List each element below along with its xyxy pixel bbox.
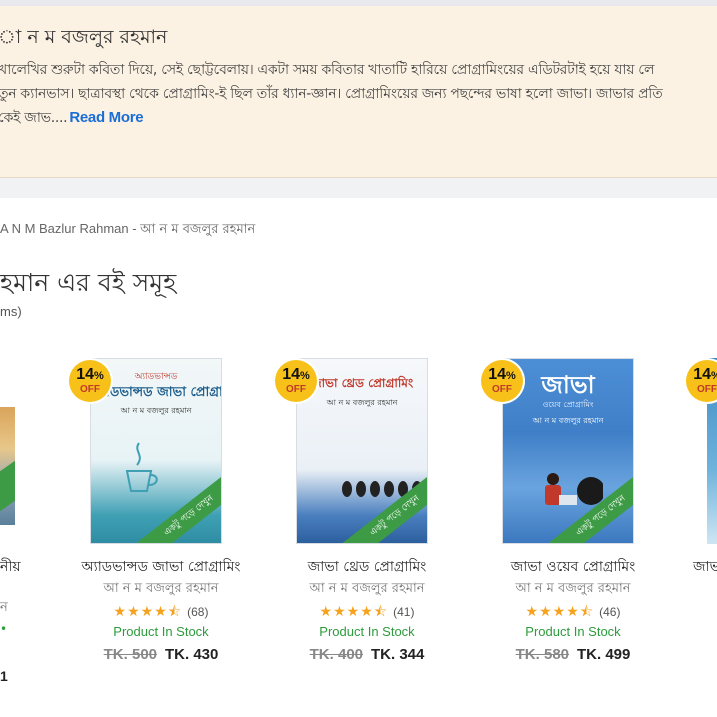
book-card[interactable]: 14% OFF জাভা থ্রেড প্রোগ্রামিং আ ন ম বজল… [275, 358, 457, 678]
percent-sign: % [506, 370, 516, 382]
book-stock-partial: • [0, 622, 8, 636]
breadcrumb: A N M Bazlur Rahman - আ ন ম বজলুর রহমান [0, 220, 255, 241]
page-title: হমান এর বই সমূহ [0, 268, 177, 297]
book-author[interactable]: আ ন ম বজলুর রহমান [277, 579, 457, 600]
current-price: TK. 430 [165, 646, 219, 663]
java-cup-icon [125, 442, 158, 492]
discount-off-label: OFF [697, 384, 717, 395]
star-rating-icon: ★★★★⯪ [113, 604, 183, 620]
review-count: (46) [599, 605, 621, 619]
cover-subtitle: ওয়েব প্রোগ্রামিং [542, 400, 594, 409]
bio-text-end: কেই জাভ.... [0, 110, 68, 126]
stock-status: Product In Stock [525, 624, 621, 639]
section-divider [0, 178, 717, 198]
book-price: TK. 580 TK. 499 [483, 646, 663, 663]
book-card[interactable]: 14% OFF জাভা ওয়েব প্রোগ্রামিং আ ন ম বজল… [481, 358, 663, 678]
book-rating: ★★★★⯪ (46) [483, 601, 663, 625]
discount-percent: 14 [282, 366, 300, 383]
discount-off-label: OFF [286, 384, 306, 395]
stock-status: Product In Stock [113, 624, 209, 639]
author-name: া ন ম বজলুর রহমান [0, 26, 168, 48]
discount-off-label: OFF [80, 384, 100, 395]
breadcrumb-latin[interactable]: A N M Bazlur Rahman - [0, 221, 140, 236]
book-author[interactable]: আ ন ম বজলুর রহমান [71, 579, 251, 600]
old-price: TK. 400 [309, 646, 363, 663]
items-count: ms) [0, 304, 22, 319]
discount-percent: 14 [693, 366, 711, 383]
discount-badge: 14% OFF [69, 360, 111, 402]
bio-text-line: কেই জাভ.... Read More [0, 106, 144, 130]
current-price: TK. 499 [577, 646, 631, 663]
book-rating: ★★★★⯪ (68) [71, 601, 251, 625]
book-price: TK. 500 TK. 430 [71, 646, 251, 663]
author-bio-card: া ন ম বজলুর রহমান খালেখির শুরুটা কবিতা দ… [0, 6, 717, 178]
book-card[interactable]: 14% OFF অ্যাডভান্সড অ্যাডভান্সড জাভা প্র… [69, 358, 251, 678]
old-price: TK. 500 [103, 646, 157, 663]
stock-status: Product In Stock [319, 624, 415, 639]
current-price: TK. 344 [371, 646, 425, 663]
old-price: TK. 580 [515, 646, 569, 663]
cover-author: আ ন ম বজলুর রহমান [120, 406, 192, 415]
review-count: (68) [187, 605, 209, 619]
bio-text-line: তুন ক্যানভাস। ছাত্রাবস্থা থেকে প্রোগ্রাম… [0, 86, 663, 102]
discount-percent: 14 [76, 366, 94, 383]
percent-sign: % [94, 370, 104, 382]
breadcrumb-bengali[interactable]: আ ন ম বজলুর রহমান [140, 222, 255, 237]
percent-sign: % [711, 370, 717, 382]
percent-sign: % [300, 370, 310, 382]
book-price-partial: 1 [0, 668, 8, 684]
book-title[interactable]: জাভা থ্রেড প্রোগ্রামিং [277, 555, 457, 579]
discount-badge: 14% OFF [275, 360, 317, 402]
star-rating-icon: ★★★★⯪ [525, 604, 595, 620]
book-title-partial[interactable]: জাভ [693, 555, 717, 579]
book-title[interactable]: জাভা ওয়েব প্রোগ্রামিং [483, 555, 663, 579]
read-ribbon-partial [0, 456, 15, 514]
book-author[interactable]: আ ন ম বজলুর রহমান [483, 579, 663, 600]
book-cover-partial[interactable] [0, 407, 15, 525]
bio-text-line: খালেখির শুরুটা কবিতা দিয়ে, সেই ছোট্টবেল… [0, 62, 655, 78]
cover-author: আ ন ম বজলুর রহমান [532, 416, 604, 425]
review-count: (41) [393, 605, 415, 619]
discount-percent: 14 [488, 366, 506, 383]
book-title-partial[interactable]: নীয় [0, 555, 21, 579]
discount-off-label: OFF [492, 384, 512, 395]
discount-badge: 14% OFF [686, 360, 717, 402]
cover-author: আ ন ম বজলুর রহমান [326, 398, 398, 407]
book-price: TK. 400 TK. 344 [277, 646, 457, 663]
discount-badge: 14% OFF [481, 360, 523, 402]
book-author-partial[interactable]: ন [0, 598, 8, 619]
read-more-link[interactable]: Read More [69, 109, 143, 126]
book-rating: ★★★★⯪ (41) [277, 601, 457, 625]
star-rating-icon: ★★★★⯪ [319, 604, 389, 620]
book-title[interactable]: অ্যাডভান্সড জাভা প্রোগ্রামিং [71, 555, 251, 579]
